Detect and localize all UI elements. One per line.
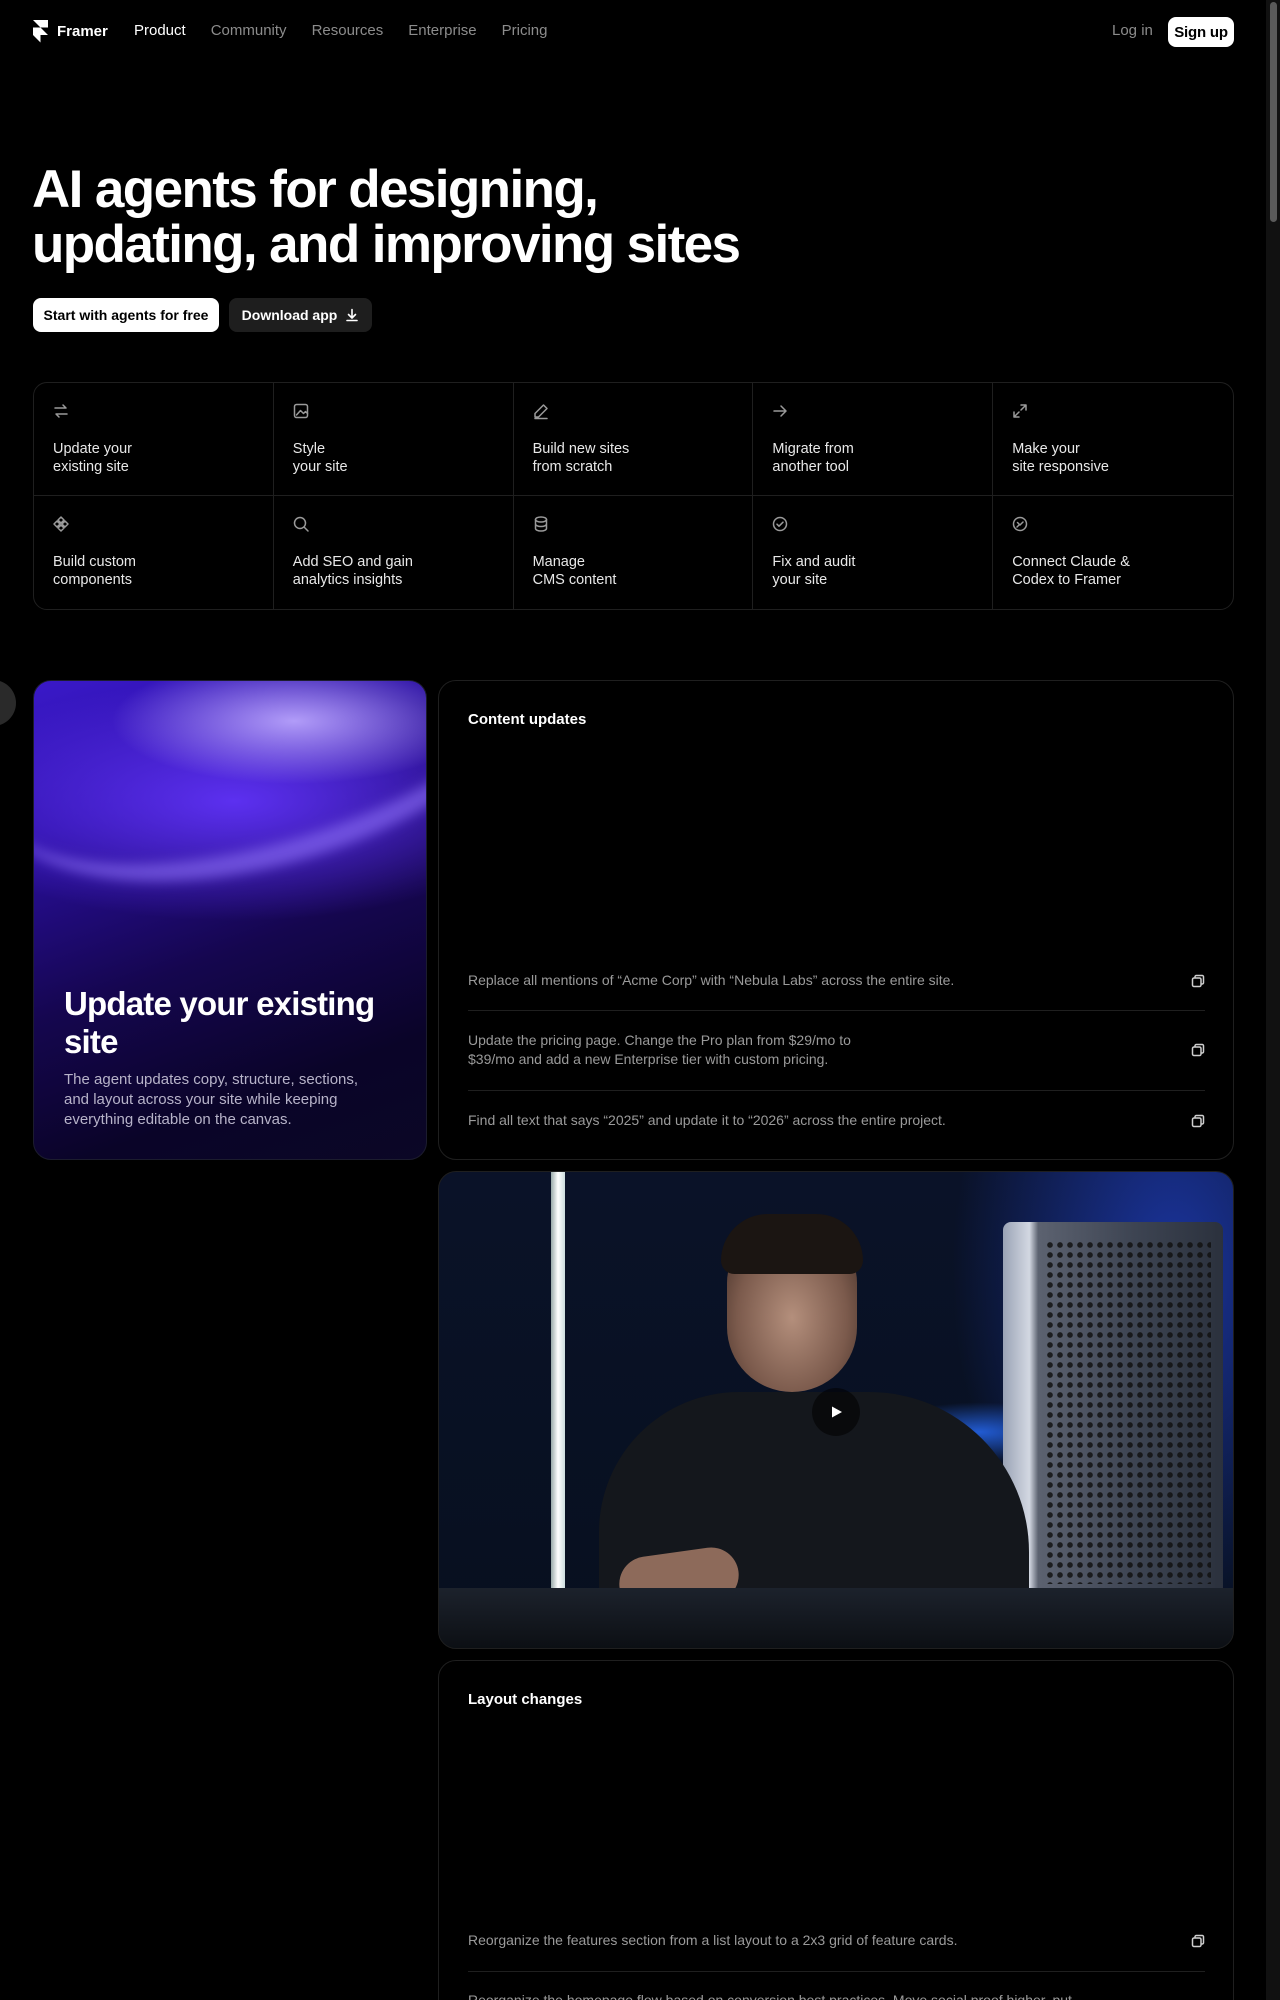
feature-label: Fix and audit your site xyxy=(772,554,856,588)
framer-logo-icon xyxy=(33,20,48,43)
play-icon xyxy=(832,1406,842,1418)
check-circle-icon xyxy=(773,516,788,532)
card-title: Update your existing site xyxy=(64,985,375,1060)
copy-icon[interactable] xyxy=(1191,974,1205,988)
feature-audit[interactable]: Fix and audit your site xyxy=(753,496,994,609)
feature-update-site[interactable]: Update your existing site xyxy=(34,383,274,496)
feature-label: Migrate from another tool xyxy=(772,441,854,475)
content-updates-panel: Content updates Replace all mentions of … xyxy=(438,680,1234,1160)
start-agents-button[interactable]: Start with agents for free xyxy=(33,298,219,332)
feature-components[interactable]: Build custom components xyxy=(34,496,274,609)
search-icon xyxy=(293,516,309,532)
feature-label: Connect Claude & Codex to Framer xyxy=(1012,554,1130,588)
feature-cms[interactable]: Manage CMS content xyxy=(514,496,754,609)
login-link[interactable]: Log in xyxy=(1112,22,1153,39)
copy-icon[interactable] xyxy=(1191,1043,1205,1057)
video-backdrop xyxy=(439,1588,1233,1648)
video-player[interactable] xyxy=(438,1171,1234,1649)
feature-seo[interactable]: Add SEO and gain analytics insights xyxy=(274,496,514,609)
signup-button[interactable]: Sign up xyxy=(1168,17,1234,47)
prompt-text: Reorganize the homepage flow based on co… xyxy=(468,1992,1072,2000)
brand-name: Framer xyxy=(57,23,108,40)
feature-grid: Update your existing site Style your sit… xyxy=(33,382,1234,610)
divider xyxy=(468,1010,1205,1011)
feature-label: Update your existing site xyxy=(53,441,132,475)
prompt-item[interactable]: Replace all mentions of “Acme Corp” with… xyxy=(468,971,1205,990)
nav-link-community[interactable]: Community xyxy=(211,22,287,39)
prompt-item[interactable]: Find all text that says “2025” and updat… xyxy=(468,1111,1205,1130)
divider xyxy=(468,1971,1205,1972)
prompt-item[interactable]: Reorganize the homepage flow based on co… xyxy=(468,1991,1205,2000)
video-presenter xyxy=(721,1214,863,1274)
database-icon xyxy=(534,516,547,532)
divider xyxy=(468,1090,1205,1091)
feature-style-site[interactable]: Style your site xyxy=(273,383,514,496)
update-site-card: Update your existing site The agent upda… xyxy=(33,680,427,1160)
prompt-item[interactable]: Update the pricing page. Change the Pro … xyxy=(468,1031,1205,1069)
carousel-edge-dot[interactable] xyxy=(0,680,16,726)
gradient-decoration xyxy=(34,681,426,947)
nav-link-resources[interactable]: Resources xyxy=(312,22,384,39)
copy-icon[interactable] xyxy=(1191,1114,1205,1128)
brand-logo[interactable]: Framer xyxy=(33,20,108,43)
expand-icon xyxy=(1013,404,1027,418)
feature-migrate[interactable]: Migrate from another tool xyxy=(753,383,994,496)
download-app-label: Download app xyxy=(241,307,338,323)
feature-label: Make your site responsive xyxy=(1012,441,1109,475)
download-icon xyxy=(346,308,359,322)
prompt-text: Find all text that says “2025” and updat… xyxy=(468,1112,946,1128)
play-button[interactable] xyxy=(812,1388,860,1436)
scrollbar-thumb[interactable] xyxy=(1270,2,1277,222)
feature-label: Build custom components xyxy=(53,554,137,588)
panel-title: Content updates xyxy=(468,711,587,728)
nav-link-pricing[interactable]: Pricing xyxy=(502,22,548,39)
video-backdrop xyxy=(1003,1222,1223,1602)
layout-changes-panel: Layout changes Reorganize the features s… xyxy=(438,1660,1234,2000)
feature-label: Build new sites from scratch xyxy=(532,441,630,475)
feature-responsive[interactable]: Make your site responsive xyxy=(993,383,1233,496)
video-backdrop xyxy=(551,1172,565,1592)
feature-label: Manage CMS content xyxy=(532,554,617,588)
nav-link-product[interactable]: Product xyxy=(134,22,186,39)
copy-icon[interactable] xyxy=(1191,1934,1205,1948)
pencil-icon xyxy=(533,404,548,420)
card-description: The agent updates copy, structure, secti… xyxy=(64,1071,359,1128)
prompt-text: Update the pricing page. Change the Pro … xyxy=(468,1032,851,1067)
prompt-text: Reorganize the features section from a l… xyxy=(468,1932,958,1948)
prompt-item[interactable]: Reorganize the features section from a l… xyxy=(468,1931,1205,1950)
plugin-icon xyxy=(1012,516,1028,532)
top-nav: Framer Product Community Resources Enter… xyxy=(0,0,1266,64)
feature-connect[interactable]: Connect Claude & Codex to Framer xyxy=(993,496,1233,609)
nav-link-enterprise[interactable]: Enterprise xyxy=(408,22,476,39)
arrows-swap-icon xyxy=(54,404,68,418)
component-icon xyxy=(53,516,69,532)
arrow-right-icon xyxy=(773,405,788,417)
scrollbar-track[interactable] xyxy=(1266,0,1280,2000)
image-icon xyxy=(293,403,309,419)
nav-links: Product Community Resources Enterprise P… xyxy=(134,22,548,39)
feature-label: Add SEO and gain analytics insights xyxy=(292,554,413,588)
panel-title: Layout changes xyxy=(468,1691,583,1708)
feature-build-new[interactable]: Build new sites from scratch xyxy=(513,383,754,496)
prompt-text: Replace all mentions of “Acme Corp” with… xyxy=(468,972,955,988)
download-app-button[interactable]: Download app xyxy=(229,298,372,332)
hero-title: AI agents for designing, updating, and i… xyxy=(32,160,741,274)
feature-label: Style your site xyxy=(292,441,348,475)
